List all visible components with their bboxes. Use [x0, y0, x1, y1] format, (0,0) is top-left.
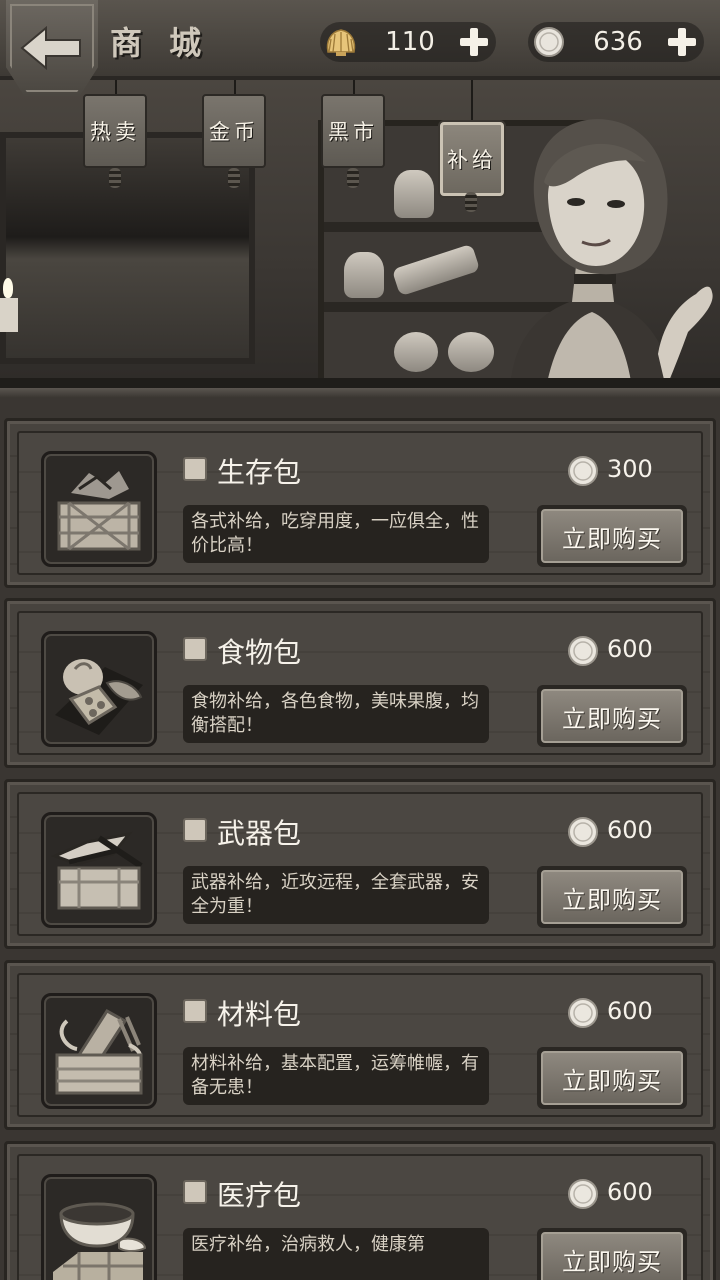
- coin-icon: [568, 636, 598, 666]
- item-price: 600: [607, 997, 653, 1025]
- back-button[interactable]: [6, 0, 98, 96]
- shop-item-card: 材料包材料补给，基本配置，运筹帷幄，有备无患！ 600 立即购买: [4, 960, 716, 1130]
- food-icon: [55, 659, 143, 735]
- item-description: 医疗补给，治病救人，健康第: [183, 1228, 489, 1280]
- tab-supply[interactable]: 补给: [440, 122, 504, 196]
- item-name: 材料包: [217, 998, 302, 1031]
- item-description: 武器补给，近攻远程，全套武器，安全为重！: [183, 866, 489, 924]
- candle: [0, 298, 18, 332]
- item-description: 各式补给，吃穿用度，一应俱全，性价比高！: [183, 505, 489, 563]
- coin-icon: [568, 998, 598, 1028]
- item-thumbnail[interactable]: [41, 631, 157, 747]
- buy-now-label: 立即购买: [541, 509, 683, 563]
- buy-now-button[interactable]: 立即购买: [537, 1047, 687, 1109]
- item-price: 300: [607, 455, 653, 483]
- item-thumbnail[interactable]: [41, 451, 157, 567]
- survival-box-icon: [57, 471, 141, 551]
- item-price: 600: [607, 816, 653, 844]
- candle-flame: [3, 278, 13, 298]
- weapon-box-icon: [50, 831, 143, 910]
- magnifier-icon[interactable]: [183, 637, 207, 661]
- buy-now-label: 立即购买: [541, 870, 683, 924]
- coin-currency: 636: [528, 22, 704, 62]
- magnifier-icon[interactable]: [183, 818, 207, 842]
- item-name: 武器包: [217, 817, 302, 850]
- item-price: 600: [607, 1178, 653, 1206]
- item-price: 600: [607, 635, 653, 663]
- coin-icon: [534, 27, 564, 57]
- item-thumbnail[interactable]: [41, 812, 157, 928]
- plus-icon: [460, 28, 488, 56]
- medical-bowl-icon: [53, 1202, 147, 1280]
- material-box-icon: [55, 1009, 143, 1095]
- buy-now-label: 立即购买: [541, 1051, 683, 1105]
- buy-now-button[interactable]: 立即购买: [537, 866, 687, 928]
- coin-icon: [568, 817, 598, 847]
- tab-gold[interactable]: 金币: [202, 94, 266, 168]
- item-description: 材料补给，基本配置，运筹帷幄，有备无患！: [183, 1047, 489, 1105]
- coin-icon: [568, 456, 598, 486]
- page-title: 商 城: [110, 24, 210, 62]
- shell-icon: [326, 29, 356, 56]
- item-description: 食物补给，各色食物，美味果腹，均衡搭配！: [183, 685, 489, 743]
- buy-now-button[interactable]: 立即购买: [537, 505, 687, 567]
- buy-now-button[interactable]: 立即购买: [537, 685, 687, 747]
- shell-count: 110: [385, 27, 435, 57]
- magnifier-icon[interactable]: [183, 457, 207, 481]
- item-name: 食物包: [217, 636, 302, 669]
- coin-count: 636: [593, 27, 643, 57]
- add-coin-button[interactable]: [664, 24, 700, 60]
- magnifier-icon[interactable]: [183, 999, 207, 1023]
- item-thumbnail[interactable]: [41, 1174, 157, 1280]
- shell-currency: 110: [320, 22, 496, 62]
- item-name: 医疗包: [217, 1179, 302, 1212]
- buy-now-label: 立即购买: [541, 689, 683, 743]
- add-shell-button[interactable]: [456, 24, 492, 60]
- shop-item-card: 医疗包医疗补给，治病救人，健康第 600 立即购买: [4, 1141, 716, 1280]
- tab-label: 黑市: [328, 120, 378, 144]
- scene-floor: [0, 378, 720, 388]
- plus-icon: [668, 28, 696, 56]
- tab-label: 补给: [447, 148, 497, 172]
- tab-label: 金币: [209, 120, 259, 144]
- arrow-left-icon: [20, 26, 81, 70]
- magnifier-icon[interactable]: [183, 1180, 207, 1204]
- item-thumbnail[interactable]: [41, 993, 157, 1109]
- tab-hot-sale[interactable]: 热卖: [83, 94, 147, 168]
- shop-item-card: 生存包各式补给，吃穿用度，一应俱全，性价比高！ 300 立即购买: [4, 418, 716, 588]
- tab-label: 热卖: [90, 120, 140, 144]
- coin-icon: [568, 1179, 598, 1209]
- item-name: 生存包: [217, 456, 302, 489]
- tab-black-market[interactable]: 黑市: [321, 94, 385, 168]
- shop-item-card: 武器包武器补给，近攻远程，全套武器，安全为重！ 600 立即购买: [4, 779, 716, 949]
- top-bar: 商 城 110 636: [0, 0, 720, 96]
- shop-item-card: 食物包食物补给，各色食物，美味果腹，均衡搭配！ 600 立即购买: [4, 598, 716, 768]
- buy-now-label: 立即购买: [541, 1232, 683, 1280]
- buy-now-button[interactable]: 立即购买: [537, 1228, 687, 1280]
